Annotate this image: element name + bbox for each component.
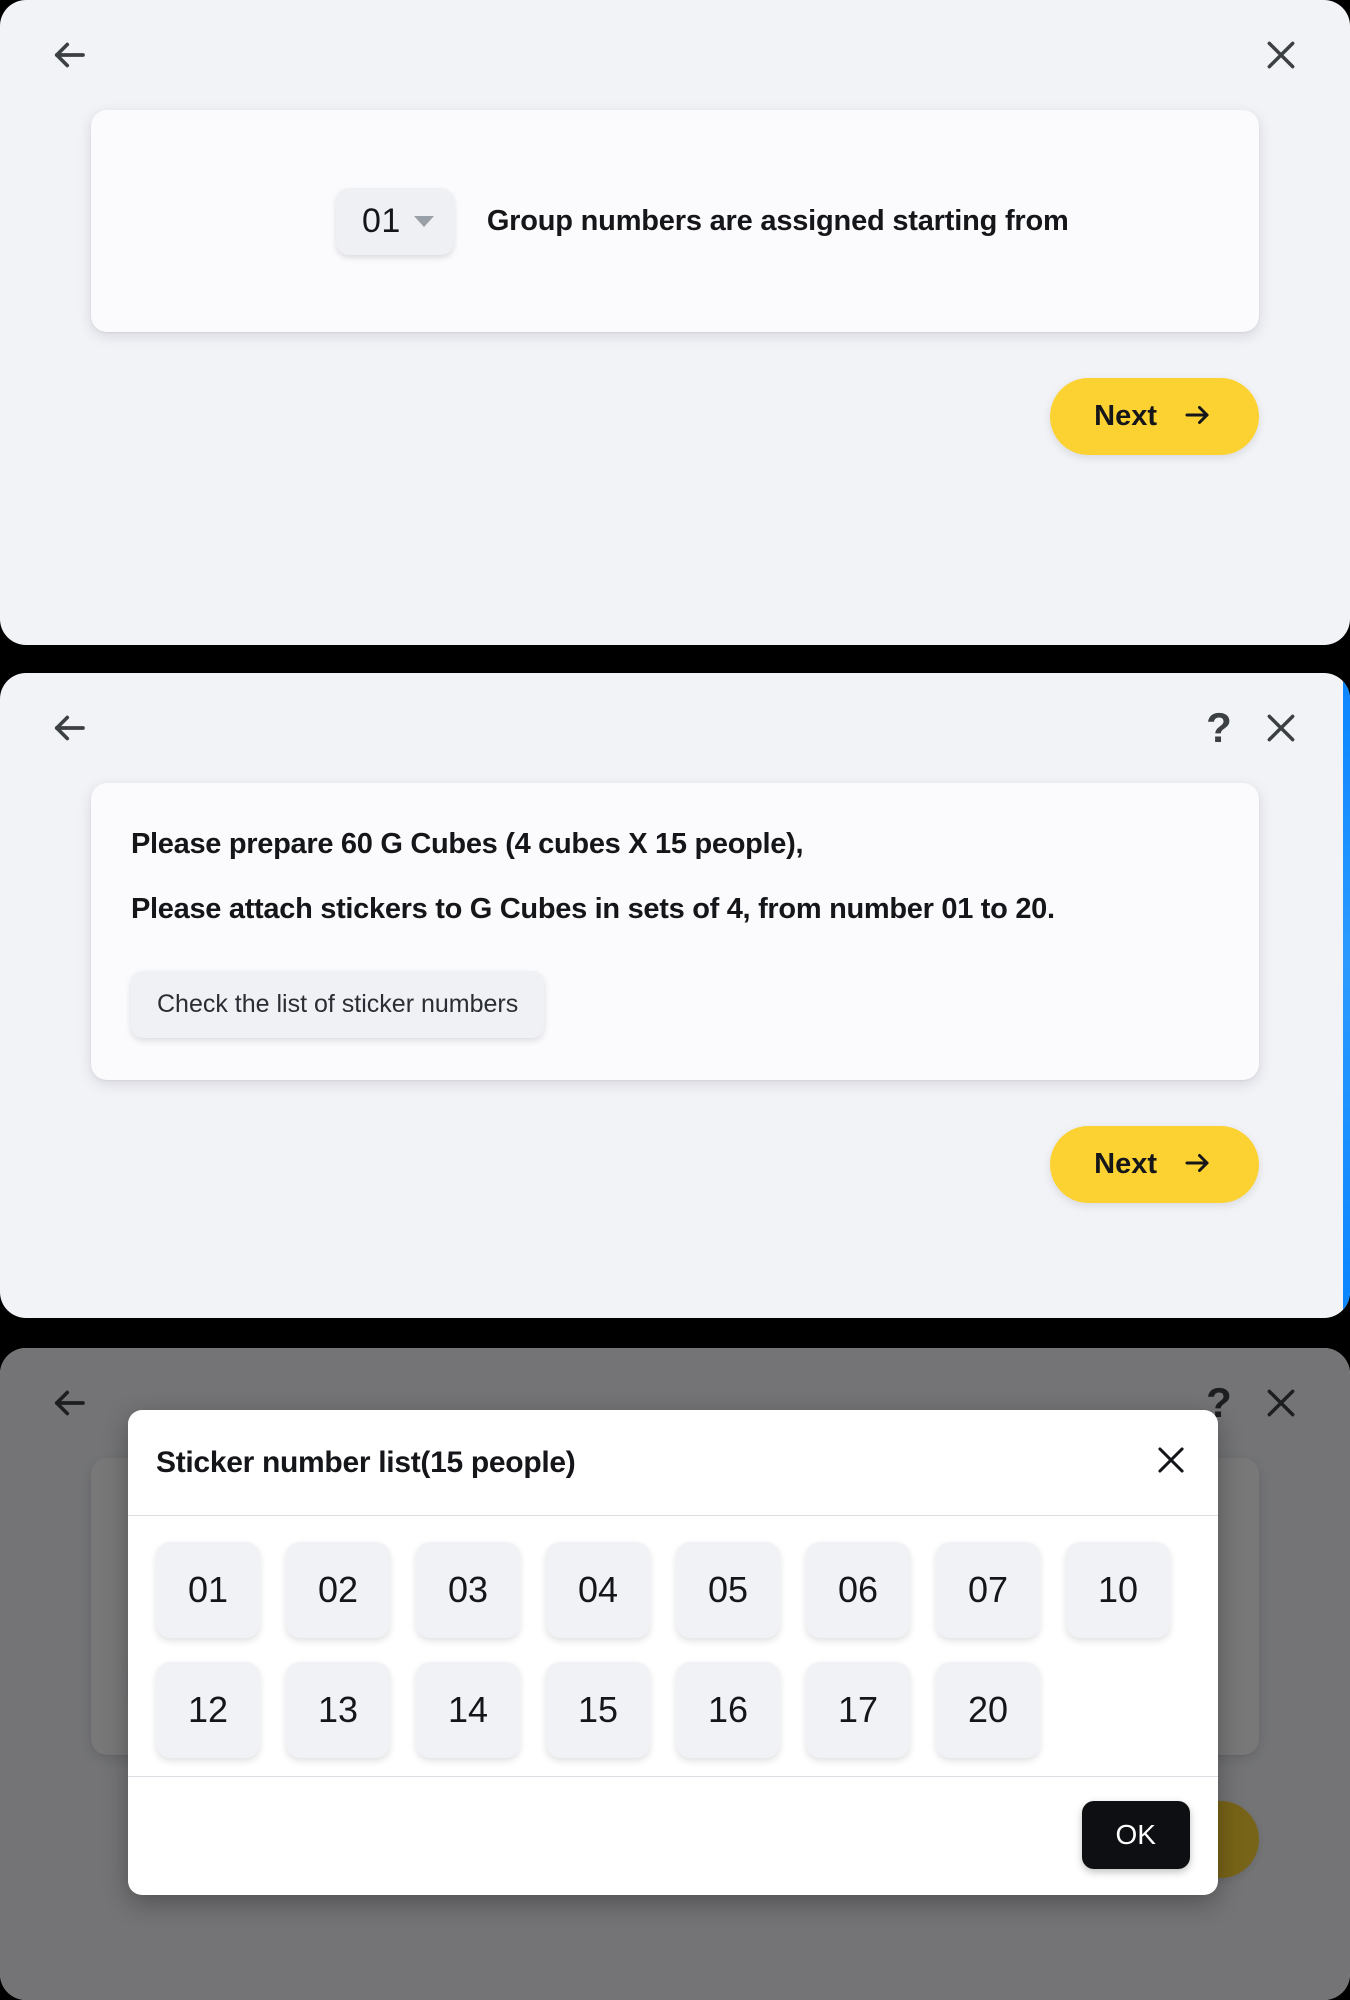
sticker-number-grid: 01 02 03 04 05 06 07 10 12 13 14 15 16 17 20 [156,1542,1190,1758]
group-number-dropdown[interactable]: 01 [336,187,454,255]
sticker-number-list-dialog: Sticker number list(15 people) 01 02 03 04 0… [128,1410,1218,1895]
close-icon [1261,35,1301,75]
sticker-number-cell[interactable]: 12 [156,1662,260,1758]
ok-button[interactable]: OK [1081,1801,1190,1869]
right-edge-accent [1343,673,1350,1318]
sticker-number-cell[interactable]: 20 [936,1662,1040,1758]
close-icon [1261,708,1301,748]
close-button[interactable] [1250,697,1312,759]
next-button-label: Next [1094,400,1157,432]
sticker-number-cell[interactable]: 02 [286,1542,390,1638]
arrow-right-icon [1179,1148,1215,1181]
instruction-line-1: Please prepare 60 G Cubes (4 cubes X 15 … [131,828,804,860]
instruction-card: Please prepare 60 G Cubes (4 cubes X 15 … [91,783,1259,1080]
next-button[interactable]: Next [1050,378,1259,455]
sticker-number-cell[interactable]: 04 [546,1542,650,1638]
screen-panel-2: ? Please prepare 60 G Cubes (4 cubes X 1… [0,673,1350,1318]
sticker-number-cell[interactable]: 13 [286,1662,390,1758]
next-row-2: Next [91,1125,1259,1203]
back-arrow-icon [48,707,90,749]
back-button[interactable] [38,24,100,86]
sticker-number-cell[interactable]: 06 [806,1542,910,1638]
back-arrow-icon [48,34,90,76]
chevron-down-icon [413,215,434,227]
next-button-label: Next [1094,1147,1157,1180]
sticker-number-cell[interactable]: 05 [676,1542,780,1638]
help-button[interactable]: ? [1188,697,1250,759]
sticker-number-cell[interactable]: 03 [416,1542,520,1638]
sticker-number-cell[interactable]: 01 [156,1542,260,1638]
sticker-number-cell[interactable]: 07 [936,1542,1040,1638]
help-question-icon: ? [1206,704,1232,751]
sticker-number-cell[interactable]: 16 [676,1662,780,1758]
screen-panel-1: 01 Group numbers are assigned starting f… [0,0,1350,645]
arrow-right-icon [1179,400,1215,433]
close-button[interactable] [1250,24,1312,86]
sticker-number-cell[interactable]: 14 [416,1662,520,1758]
dialog-header: Sticker number list(15 people) [128,1410,1218,1516]
top-bar-1 [0,0,1350,110]
dialog-close-button[interactable] [1152,1441,1190,1484]
dialog-body: 01 02 03 04 05 06 07 10 12 13 14 15 16 17 20 [128,1516,1218,1776]
dialog-footer: OK [128,1776,1218,1895]
back-button[interactable] [38,697,100,759]
sticker-number-cell[interactable]: 10 [1066,1542,1170,1638]
instruction-line-2: Please attach stickers to G Cubes in set… [131,892,1055,925]
check-sticker-list-button[interactable]: Check the list of sticker numbers [131,970,545,1038]
group-number-card: 01 Group numbers are assigned starting f… [91,110,1259,332]
dialog-title: Sticker number list(15 people) [156,1445,576,1479]
next-row-1: Next [91,378,1259,455]
sticker-number-cell[interactable]: 15 [546,1662,650,1758]
sticker-number-cell[interactable]: 17 [806,1662,910,1758]
group-number-label: Group numbers are assigned starting from [486,204,1069,237]
next-button[interactable]: Next [1050,1125,1259,1203]
group-number-value: 01 [362,201,401,240]
top-bar-2: ? [0,673,1350,783]
